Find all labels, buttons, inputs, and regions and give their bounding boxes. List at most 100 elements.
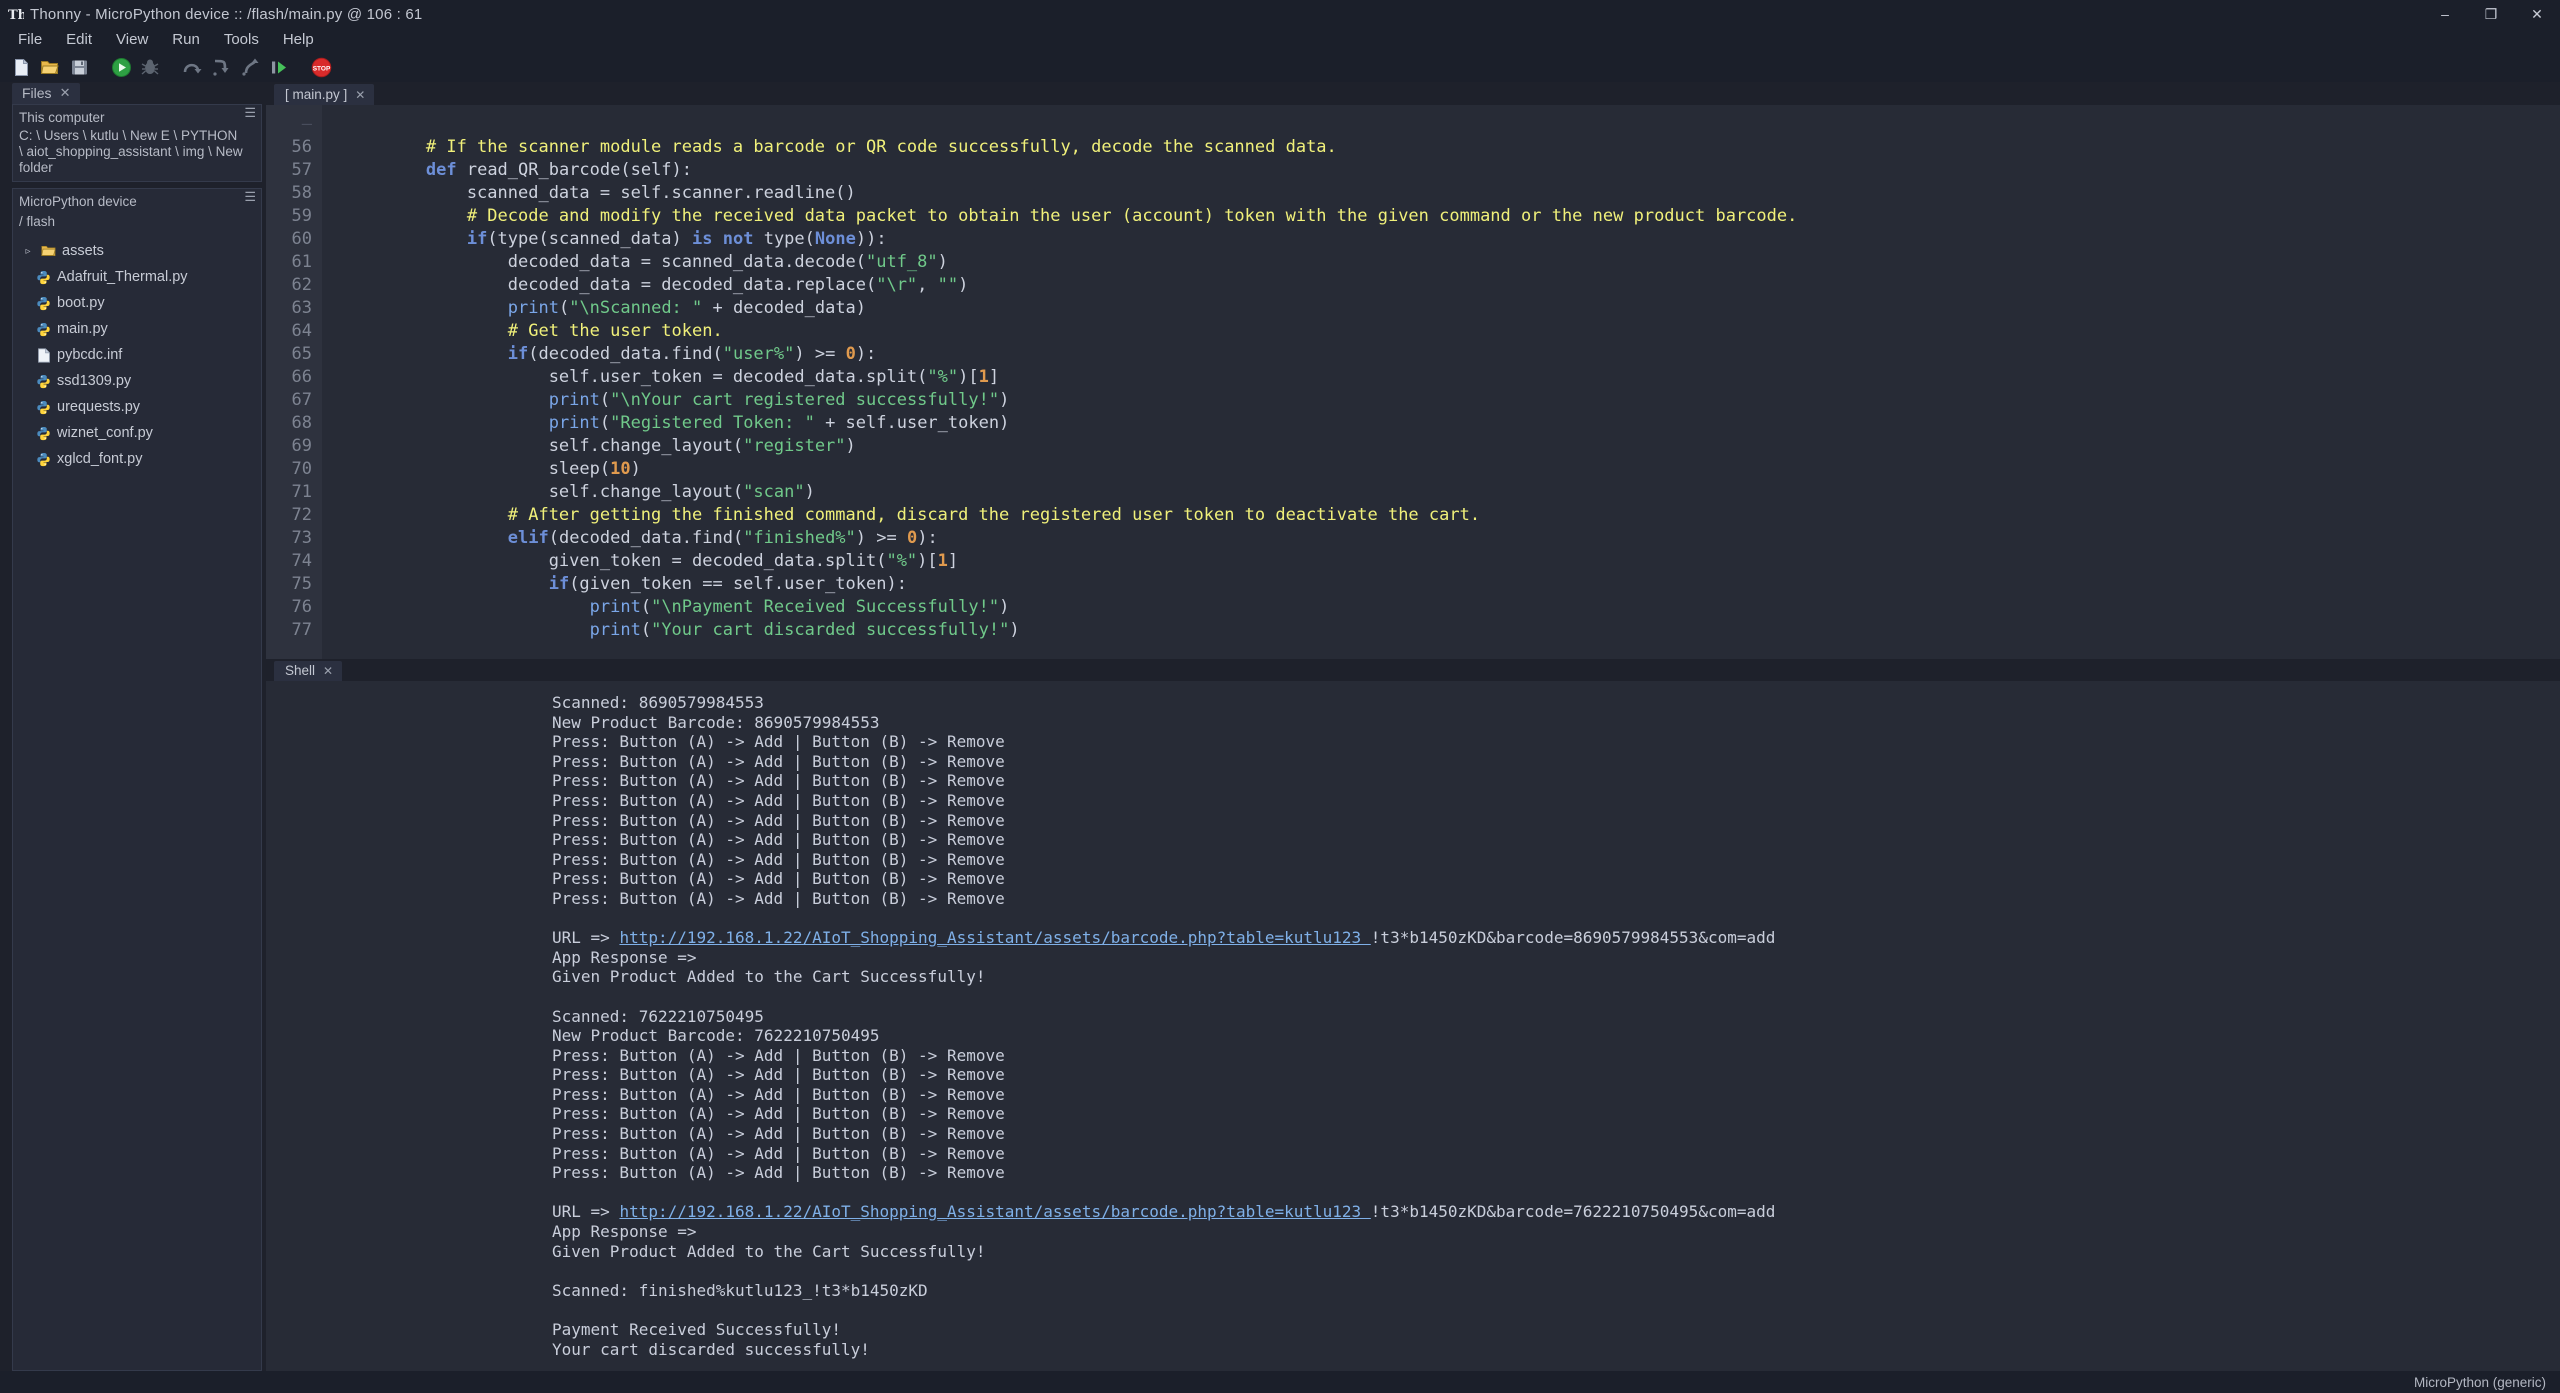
expander-icon[interactable]: ▹ [21,246,35,257]
resume-icon[interactable] [266,54,292,80]
code-line: # If the scanner module reads a barcode … [344,137,1337,157]
tree-item-urequests-py[interactable]: urequests.py [13,394,261,420]
tab-main-py-label: [ main.py ] [285,87,348,102]
shell-line: Scanned: 7622210750495 [552,1006,764,1026]
new-file-icon[interactable] [8,54,34,80]
menu-icon[interactable]: ☰ [244,190,256,203]
step-over-icon[interactable] [179,54,205,80]
maximize-button[interactable]: ❐ [2468,0,2514,28]
code-line: print("Your cart discarded successfully!… [589,620,1020,640]
tree-item-adafruit-thermal-py[interactable]: Adafruit_Thermal.py [13,264,261,290]
files-sidebar: Files ✕ ☰ This computer C: \ Users \ kut… [0,82,266,1371]
line-number: 61 [291,252,312,272]
device-files-pane[interactable]: ☰ MicroPython device / flash ▹ assets Adaf… [12,188,262,1371]
shell-tabstrip: Shell ✕ [266,659,2560,681]
python-file-icon [35,425,52,442]
menu-bar: File Edit View Run Tools Help [0,28,2560,52]
line-number: 71 [291,482,312,502]
title-bar: Th Thonny - MicroPython device :: /flash… [0,0,2560,28]
close-button[interactable]: ✕ [2514,0,2560,28]
code-editor[interactable]: — 56 57 58 59 60 61 62 63 64 65 66 67 68 69 70 71 72 73 74 7… [266,105,2560,659]
local-files-pane[interactable]: ☰ This computer C: \ Users \ kutlu \ New… [12,104,262,182]
shell-line: Payment Received Successfully! [552,1320,841,1339]
code-line: print("\nScanned: " + decoded_data) [507,298,867,318]
tree-item-xglcd-font-py[interactable]: xglcd_font.py [13,446,261,472]
device-file-tree[interactable]: ▹ assets Adafruit_Thermal.py boot.py main.py… [13,234,261,472]
run-icon[interactable] [108,54,134,80]
shell-line: New Product Barcode: 8690579984553 [552,712,880,732]
shell-line: Press: Button (A) -> Add | Button (B) ->… [552,1084,1005,1104]
shell-url-link[interactable]: http://192.168.1.22/AIoT_Shopping_Assist… [619,928,1370,947]
menu-view[interactable]: View [104,28,160,52]
local-files-header: This computer [19,110,105,125]
generic-file-icon [35,347,52,364]
shell-line: Press: Button (A) -> Add | Button (B) ->… [552,1045,1005,1065]
shell-line: Press: Button (A) -> Add | Button (B) ->… [552,869,1005,889]
menu-tools[interactable]: Tools [212,28,271,52]
line-number: 72 [291,505,312,525]
open-file-icon[interactable] [37,54,63,80]
line-number: 65 [291,344,312,364]
code-area[interactable]: # If the scanner module reads a barcode … [322,105,2560,659]
shell-url-line: URL => http://192.168.1.22/AIoT_Shopping… [552,928,2560,948]
save-file-icon[interactable] [66,54,92,80]
tab-main-py[interactable]: [ main.py ] ✕ [274,84,375,105]
shell-line: Press: Button (A) -> Add | Button (B) ->… [552,790,1005,810]
menu-icon[interactable]: ☰ [244,106,256,119]
tree-item-wiznet-conf-py[interactable]: wiznet_conf.py [13,420,261,446]
tree-item-label: urequests.py [57,399,141,415]
line-number: 58 [291,183,312,203]
menu-edit[interactable]: Edit [54,28,104,52]
shell-line: Press: Button (A) -> Add | Button (B) ->… [552,1163,1005,1183]
shell-output[interactable]: Scanned: 8690579984553 New Product Barcod… [266,681,2560,1371]
step-into-icon[interactable] [208,54,234,80]
shell-line: App Response => [552,1222,697,1242]
shell-line: Press: Button (A) -> Add | Button (B) ->… [552,810,1005,830]
minimize-button[interactable]: – [2422,0,2468,28]
tab-files[interactable]: Files ✕ [12,83,81,104]
tree-item-pybcdc-inf[interactable]: pybcdc.inf [13,342,261,368]
tree-item-boot-py[interactable]: boot.py [13,290,261,316]
tree-item-main-py[interactable]: main.py [13,316,261,342]
menu-help[interactable]: Help [271,28,326,52]
local-files-path: C: \ Users \ kutlu \ New E \ PYTHON \ ai… [19,128,243,175]
line-number: 77 [291,620,312,640]
device-header: MicroPython device [19,194,137,209]
stop-icon[interactable]: STOP [308,54,334,80]
close-icon[interactable]: ✕ [60,85,71,101]
debug-icon[interactable] [137,54,163,80]
tree-item-label: wiznet_conf.py [57,425,153,441]
close-icon[interactable]: ✕ [323,664,333,678]
tree-item-assets[interactable]: ▹ assets [13,238,261,264]
line-number: 57 [291,160,312,180]
python-file-icon [35,321,52,338]
app-logo-icon: Th [0,0,26,28]
code-line: print("Registered Token: " + self.user_t… [548,413,1010,433]
menu-file[interactable]: File [6,28,54,52]
line-number: 75 [291,574,312,594]
tree-item-ssd1309-py[interactable]: ssd1309.py [13,368,261,394]
status-bar: MicroPython (generic) [0,1371,2560,1393]
menu-run[interactable]: Run [160,28,212,52]
tab-shell[interactable]: Shell ✕ [274,661,343,681]
svg-text:STOP: STOP [312,65,330,72]
step-out-icon[interactable] [237,54,263,80]
shell-url-prefix: URL => [552,1202,620,1222]
code-line: # After getting the finished command, di… [344,505,1481,525]
line-number: 66 [291,367,312,387]
code-line: # Get the user token. [344,321,723,341]
backend-status[interactable]: MicroPython (generic) [2414,1375,2546,1390]
code-line: self.change_layout("scan") [344,482,815,502]
line-number: 56 [291,137,312,157]
line-number: 64 [291,321,312,341]
shell-line: Press: Button (A) -> Add | Button (B) ->… [552,830,1005,850]
shell-line: Press: Button (A) -> Add | Button (B) ->… [552,771,1005,791]
tree-item-label: pybcdc.inf [57,347,123,363]
code-line: if(type(scanned_data) is not type(None))… [466,229,887,249]
close-icon[interactable]: ✕ [355,88,365,102]
tab-files-label: Files [22,85,52,101]
shell-url-link[interactable]: http://192.168.1.22/AIoT_Shopping_Assist… [619,1202,1370,1221]
shell-url-suffix: !t3*b1450zKD&barcode=7622210750495&com=a… [1370,1202,1776,1222]
